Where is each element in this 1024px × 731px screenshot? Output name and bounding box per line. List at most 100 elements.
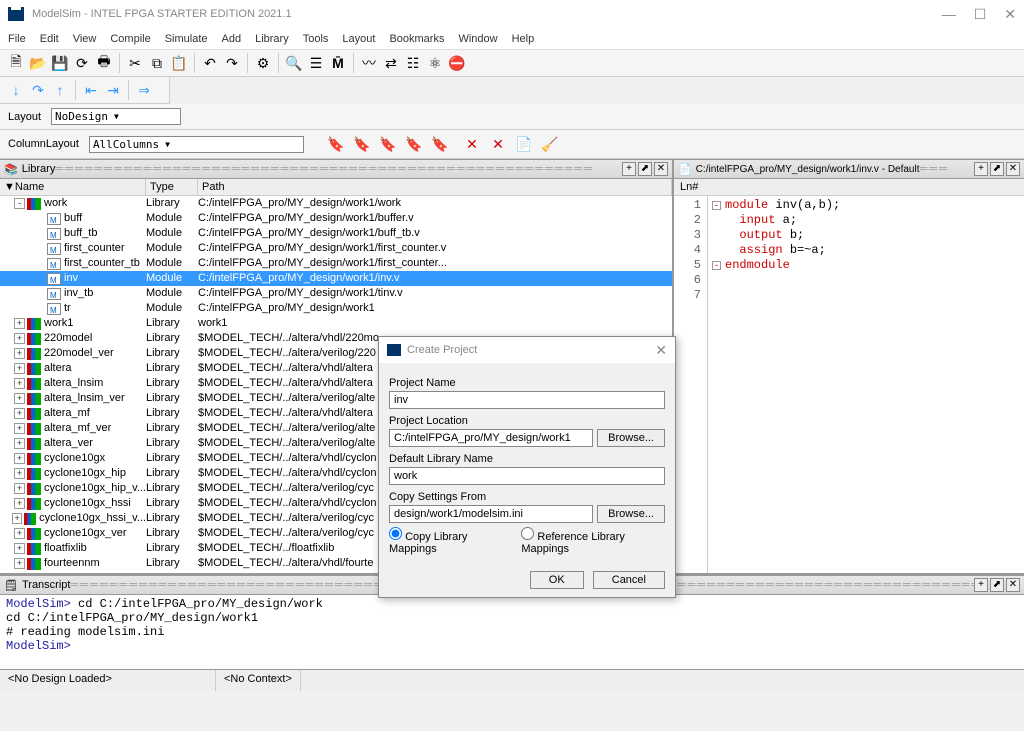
compile-icon[interactable]: ⚙ <box>253 53 273 73</box>
find-icon[interactable]: 🔍 <box>284 53 304 73</box>
library-row[interactable]: buffModuleC:/intelFPGA_pro/MY_design/wor… <box>0 211 672 226</box>
library-row[interactable]: first_counter_tbModuleC:/intelFPGA_pro/M… <box>0 256 672 271</box>
expander-icon[interactable]: + <box>12 513 22 524</box>
undo-icon[interactable]: ↶ <box>200 53 220 73</box>
menu-window[interactable]: Window <box>458 33 497 45</box>
menu-compile[interactable]: Compile <box>110 33 150 45</box>
filter5-icon[interactable]: 🔖 <box>430 134 450 154</box>
col-type[interactable]: Type <box>146 179 198 195</box>
new-file-icon[interactable]: 🗎 <box>6 53 26 73</box>
expander-icon[interactable]: + <box>14 483 25 494</box>
library-row[interactable]: -workLibraryC:/intelFPGA_pro/MY_design/w… <box>0 196 672 211</box>
clear-icon[interactable]: 🧹 <box>540 134 560 154</box>
project-location-input[interactable] <box>389 429 593 447</box>
reference-mappings-radio[interactable]: Reference Library Mappings <box>521 527 665 555</box>
ok-button[interactable]: OK <box>530 571 584 589</box>
expander-icon[interactable]: + <box>14 408 25 419</box>
window-maximize-button[interactable]: ☐ <box>974 6 987 23</box>
copy-settings-input[interactable] <box>389 505 593 523</box>
expander-icon[interactable]: + <box>14 318 25 329</box>
run-to-icon[interactable]: ⇒ <box>134 80 154 100</box>
menu-edit[interactable]: Edit <box>40 33 59 45</box>
step-into-icon[interactable]: ↓ <box>6 80 26 100</box>
panel-undock-button[interactable]: ⬈ <box>990 578 1004 592</box>
browse-location-button[interactable]: Browse... <box>597 429 665 447</box>
expander-icon[interactable]: + <box>14 543 25 554</box>
expander-icon[interactable]: + <box>14 333 25 344</box>
library-row[interactable]: inv_tbModuleC:/intelFPGA_pro/MY_design/w… <box>0 286 672 301</box>
cursor-next-icon[interactable]: ⇥ <box>103 80 123 100</box>
stop-icon[interactable]: ⛔ <box>447 53 467 73</box>
panel-close-button[interactable]: ✕ <box>1006 578 1020 592</box>
open-file-icon[interactable]: 📂 <box>28 53 48 73</box>
expander-icon[interactable]: + <box>14 363 25 374</box>
filter2-icon[interactable]: 🔖 <box>352 134 372 154</box>
col-path[interactable]: Path <box>198 179 672 195</box>
panel-add-button[interactable]: + <box>974 578 988 592</box>
expander-icon[interactable]: + <box>14 498 25 509</box>
expander-icon[interactable]: + <box>14 528 25 539</box>
expander-icon[interactable]: - <box>14 198 25 209</box>
expander-icon[interactable]: + <box>14 348 25 359</box>
project-name-input[interactable] <box>389 391 665 409</box>
menu-bookmarks[interactable]: Bookmarks <box>389 33 444 45</box>
doc-icon[interactable]: 📄 <box>514 134 534 154</box>
panel-undock-button[interactable]: ⬈ <box>990 162 1004 176</box>
hierarchy-icon[interactable]: ☰ <box>306 53 326 73</box>
library-row[interactable]: first_counterModuleC:/intelFPGA_pro/MY_d… <box>0 241 672 256</box>
expander-icon[interactable]: + <box>14 378 25 389</box>
menu-view[interactable]: View <box>73 33 97 45</box>
signals-icon[interactable]: ⇄ <box>381 53 401 73</box>
refresh-icon[interactable]: ⟳ <box>72 53 92 73</box>
library-row[interactable]: invModuleC:/intelFPGA_pro/MY_design/work… <box>0 271 672 286</box>
step-over-icon[interactable]: ↷ <box>28 80 48 100</box>
menu-add[interactable]: Add <box>222 33 242 45</box>
expander-icon[interactable]: + <box>14 453 25 464</box>
expander-icon[interactable]: + <box>14 423 25 434</box>
library-row[interactable]: buff_tbModuleC:/intelFPGA_pro/MY_design/… <box>0 226 672 241</box>
expander-icon[interactable]: + <box>14 393 25 404</box>
menu-library[interactable]: Library <box>255 33 289 45</box>
panel-undock-button[interactable]: ⬈ <box>638 162 652 176</box>
browse-settings-button[interactable]: Browse... <box>597 505 665 523</box>
wave-icon[interactable]: 〰 <box>359 53 379 73</box>
code-editor[interactable]: 1234567 -module inv(a,b); input a; outpu… <box>674 196 1024 573</box>
expander-icon[interactable]: + <box>14 438 25 449</box>
panel-add-button[interactable]: + <box>622 162 636 176</box>
default-library-input[interactable] <box>389 467 665 485</box>
cancel-button[interactable]: Cancel <box>593 571 665 589</box>
save-icon[interactable]: 💾 <box>50 53 70 73</box>
panel-close-button[interactable]: ✕ <box>1006 162 1020 176</box>
expander-icon[interactable]: + <box>14 558 25 569</box>
memory-icon[interactable]: M̄ <box>328 53 348 73</box>
paste-icon[interactable]: 📋 <box>169 53 189 73</box>
layout-dropdown[interactable]: NoDesign ▼ <box>51 108 181 125</box>
process-icon[interactable]: ⚛ <box>425 53 445 73</box>
x2-icon[interactable]: ✕ <box>488 134 508 154</box>
transcript-body[interactable]: ModelSim> cd C:/intelFPGA_pro/MY_design/… <box>0 595 1024 669</box>
menu-file[interactable]: File <box>8 33 26 45</box>
library-row[interactable]: trModuleC:/intelFPGA_pro/MY_design/work1 <box>0 301 672 316</box>
filter4-icon[interactable]: 🔖 <box>404 134 424 154</box>
x1-icon[interactable]: ✕ <box>462 134 482 154</box>
expander-icon[interactable]: + <box>14 468 25 479</box>
column-layout-dropdown[interactable]: AllColumns ▼ <box>89 136 304 153</box>
menu-simulate[interactable]: Simulate <box>165 33 208 45</box>
dialog-close-button[interactable]: ✕ <box>655 342 667 359</box>
filter1-icon[interactable]: 🔖 <box>326 134 346 154</box>
menu-tools[interactable]: Tools <box>303 33 329 45</box>
print-icon[interactable]: 🖶 <box>94 53 114 73</box>
panel-add-button[interactable]: + <box>974 162 988 176</box>
menu-layout[interactable]: Layout <box>342 33 375 45</box>
panel-close-button[interactable]: ✕ <box>654 162 668 176</box>
list-icon[interactable]: ☷ <box>403 53 423 73</box>
step-out-icon[interactable]: ↑ <box>50 80 70 100</box>
cursor-prev-icon[interactable]: ⇤ <box>81 80 101 100</box>
cut-icon[interactable]: ✂ <box>125 53 145 73</box>
window-minimize-button[interactable]: — <box>942 6 956 23</box>
col-name[interactable]: ▼Name <box>0 179 146 195</box>
redo-icon[interactable]: ↷ <box>222 53 242 73</box>
copy-icon[interactable]: ⧉ <box>147 53 167 73</box>
library-row[interactable]: +work1Librarywork1 <box>0 316 672 331</box>
copy-mappings-radio[interactable]: Copy Library Mappings <box>389 527 509 555</box>
